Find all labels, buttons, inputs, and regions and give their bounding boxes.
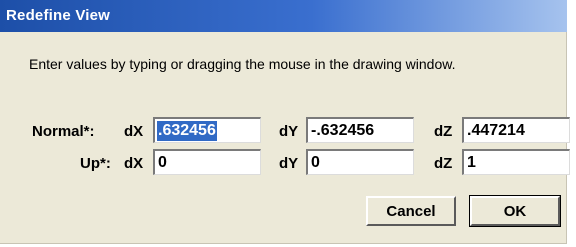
normal-dy-field[interactable]: -.632456 (306, 117, 414, 143)
up-label: Up*: (80, 155, 111, 172)
ok-button[interactable]: OK (469, 195, 561, 227)
up-dy-field[interactable]: 0 (306, 149, 414, 175)
normal-dx-value: .632456 (157, 120, 217, 141)
title-bar[interactable]: Redefine View (0, 0, 567, 32)
normal-dz-label: dZ (434, 123, 453, 140)
redefine-view-dialog: Redefine View Enter values by typing or … (0, 0, 570, 244)
up-dx-value: 0 (158, 153, 167, 171)
instruction-text: Enter values by typing or dragging the m… (29, 56, 456, 72)
normal-label: Normal*: (32, 123, 95, 140)
normal-dy-value: -.632456 (311, 121, 375, 139)
normal-dz-value: .447214 (467, 121, 525, 139)
dialog-title: Redefine View (6, 7, 111, 24)
normal-dx-field[interactable]: .632456 (153, 117, 261, 143)
cancel-button[interactable]: Cancel (366, 196, 456, 226)
normal-dy-label: dY (279, 123, 299, 140)
up-dz-label: dZ (434, 155, 453, 172)
up-dy-value: 0 (311, 153, 320, 171)
up-dy-label: dY (279, 155, 299, 172)
up-dx-field[interactable]: 0 (153, 149, 261, 175)
normal-dz-field[interactable]: .447214 (462, 117, 570, 143)
up-dx-label: dX (124, 155, 144, 172)
up-dz-value: 1 (467, 153, 476, 171)
up-dz-field[interactable]: 1 (462, 149, 570, 175)
normal-dx-label: dX (124, 123, 144, 140)
